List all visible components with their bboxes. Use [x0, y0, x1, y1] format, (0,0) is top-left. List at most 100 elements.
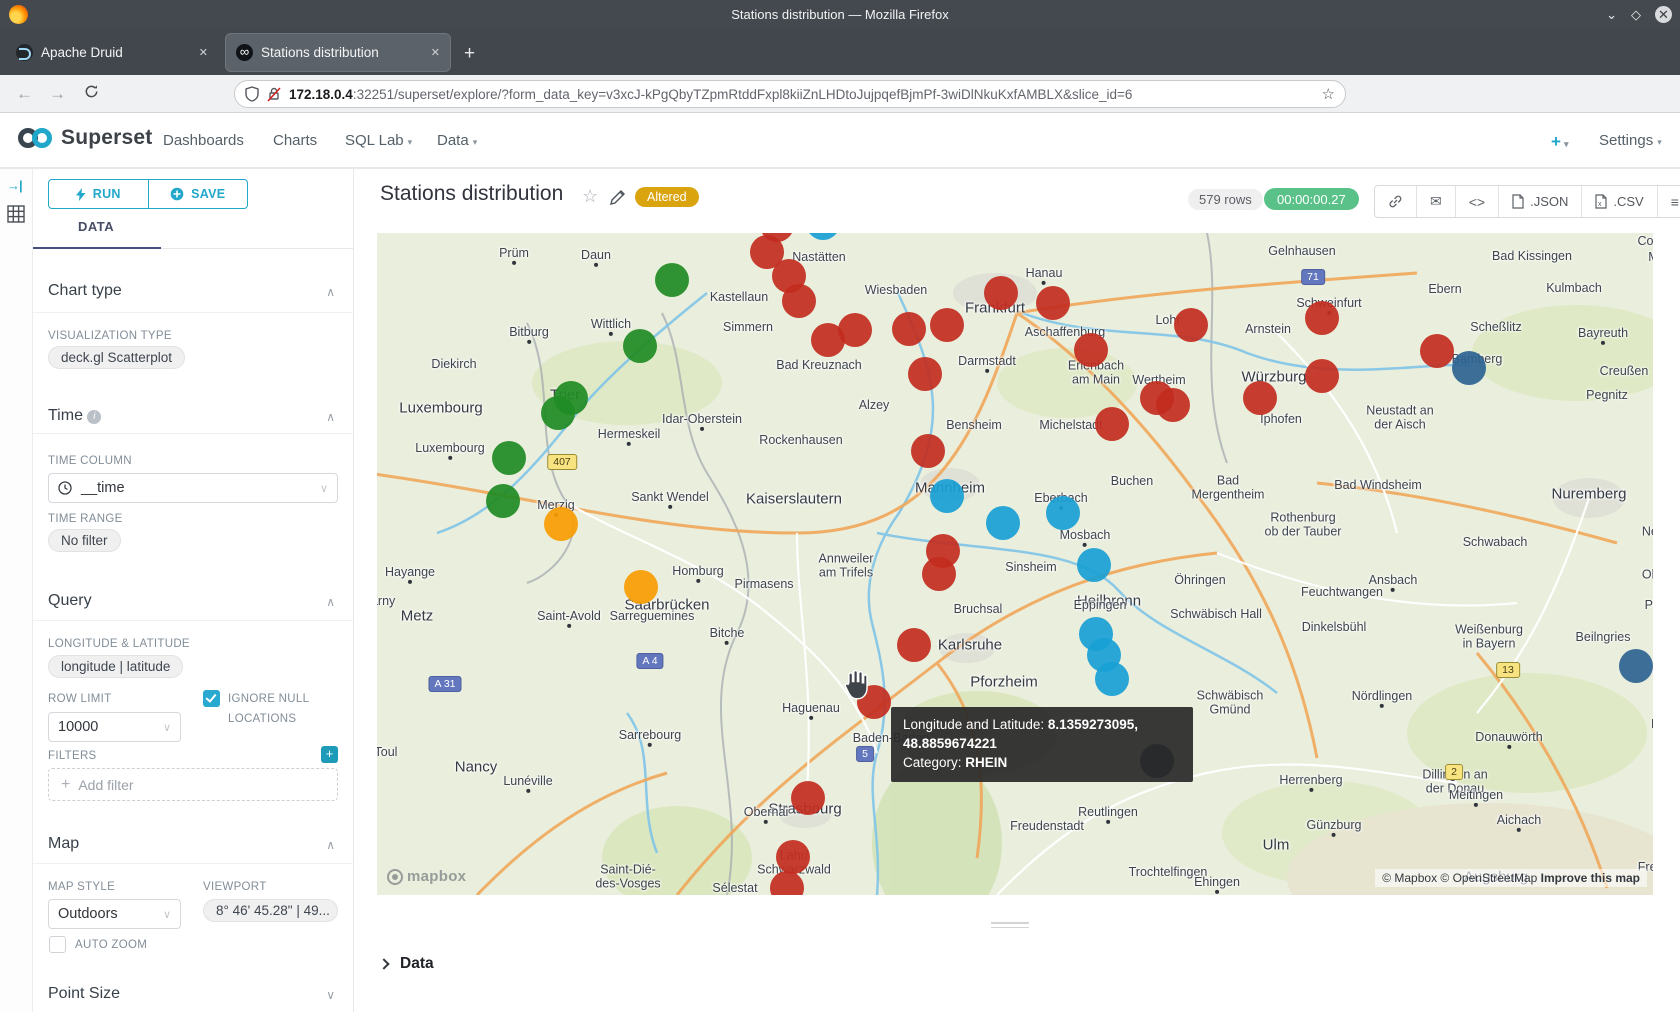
data-point[interactable] — [492, 441, 526, 475]
time-range-value[interactable]: No filter — [48, 529, 121, 552]
add-filter-box[interactable]: + Add filter — [48, 768, 338, 801]
data-point[interactable] — [544, 507, 578, 541]
window-close-icon[interactable]: ✕ — [1655, 6, 1672, 23]
forward-icon[interactable]: → — [49, 84, 66, 104]
collapse-panel-icon[interactable]: →| — [7, 178, 22, 193]
checkbox-checked-icon[interactable] — [203, 690, 220, 707]
data-point[interactable] — [486, 484, 520, 518]
data-point[interactable] — [984, 276, 1018, 310]
email-button[interactable]: ✉ — [1416, 186, 1455, 217]
viz-type-value[interactable]: deck.gl Scatterplot — [48, 346, 185, 369]
section-time[interactable]: Time i — [48, 407, 101, 425]
reload-icon[interactable] — [84, 84, 99, 104]
section-point-size[interactable]: Point Size — [48, 985, 120, 1003]
data-point[interactable] — [1095, 662, 1129, 696]
tab-stations-distribution[interactable]: ∞ Stations distribution ✕ — [226, 34, 450, 71]
export-json-button[interactable]: .JSON — [1498, 186, 1581, 217]
export-csv-button[interactable]: x .CSV — [1581, 186, 1656, 217]
tab-apache-druid[interactable]: Apache Druid ✕ — [6, 34, 218, 71]
url-bar[interactable]: 172.18.0.4:32251/superset/explore/?form_… — [234, 80, 1346, 108]
data-point[interactable] — [1036, 286, 1070, 320]
add-filter-plus-icon[interactable]: + — [321, 746, 338, 763]
data-point[interactable] — [1619, 649, 1653, 683]
window-maximize-icon[interactable]: ◇ — [1631, 8, 1641, 21]
favorite-star-icon[interactable]: ☆ — [582, 186, 598, 207]
data-point[interactable] — [897, 628, 931, 662]
run-button[interactable]: RUN — [49, 180, 148, 208]
data-point[interactable] — [930, 308, 964, 342]
share-link-button[interactable] — [1375, 186, 1416, 217]
back-icon[interactable]: ← — [16, 84, 33, 104]
ignore-null-checkbox-row[interactable]: IGNORE NULLLOCATIONS — [203, 690, 309, 729]
data-point[interactable] — [624, 570, 658, 604]
data-point[interactable] — [1420, 334, 1454, 368]
settings-menu[interactable]: Settings▾ — [1599, 132, 1662, 149]
section-chart-type[interactable]: Chart type — [48, 282, 122, 300]
data-point[interactable] — [541, 396, 575, 430]
data-point[interactable] — [1174, 308, 1208, 342]
nav-dashboards[interactable]: Dashboards — [163, 132, 244, 149]
mapbox-logo[interactable]: mapbox — [387, 868, 466, 885]
tab-close-icon[interactable]: ✕ — [431, 46, 440, 59]
chevron-up-icon[interactable]: ∧ — [326, 838, 335, 852]
superset-logo[interactable]: Superset — [16, 126, 152, 150]
lonlat-value[interactable]: longitude | latitude — [48, 655, 183, 678]
checkbox-unchecked-icon[interactable] — [49, 936, 66, 953]
data-point[interactable] — [655, 263, 689, 297]
data-point[interactable] — [930, 479, 964, 513]
chevron-up-icon[interactable]: ∧ — [326, 285, 335, 299]
data-results-toggle[interactable]: Data — [380, 955, 434, 973]
data-point[interactable] — [782, 284, 816, 318]
add-new-button[interactable]: +▾ — [1551, 132, 1568, 152]
row-limit-select[interactable]: 10000 ∨ — [48, 712, 181, 742]
dataset-grid-icon[interactable] — [7, 205, 25, 228]
viewport-value[interactable]: 8° 46' 45.28" | 49... — [203, 899, 338, 922]
data-point[interactable] — [1305, 359, 1339, 393]
data-point[interactable] — [1095, 407, 1129, 441]
chevron-up-icon[interactable]: ∧ — [326, 410, 335, 424]
data-point[interactable] — [908, 357, 942, 391]
data-point[interactable] — [892, 312, 926, 346]
insecure-lock-icon[interactable] — [267, 86, 281, 102]
embed-code-button[interactable]: <> — [1455, 186, 1498, 217]
section-map[interactable]: Map — [48, 835, 79, 853]
nav-data[interactable]: Data▾ — [437, 132, 477, 149]
tab-close-icon[interactable]: ✕ — [199, 46, 208, 59]
data-point[interactable] — [922, 557, 956, 591]
bookmark-star-icon[interactable]: ☆ — [1322, 85, 1335, 103]
data-point[interactable] — [776, 840, 810, 874]
data-point[interactable] — [623, 329, 657, 363]
save-button[interactable]: SAVE — [148, 180, 248, 208]
chevron-down-icon[interactable]: ∨ — [326, 988, 335, 1002]
map-attribution[interactable]: © Mapbox © OpenStreetMap Improve this ma… — [1375, 869, 1647, 887]
shield-icon[interactable] — [245, 86, 259, 102]
map-style-select[interactable]: Outdoors ∨ — [48, 899, 181, 929]
data-point[interactable] — [1077, 548, 1111, 582]
nav-sql-lab[interactable]: SQL Lab▾ — [345, 132, 412, 149]
edit-pencil-icon[interactable] — [610, 189, 626, 210]
section-query[interactable]: Query — [48, 592, 92, 610]
altered-badge[interactable]: Altered — [635, 187, 699, 207]
nav-charts[interactable]: Charts — [273, 132, 317, 149]
data-point[interactable] — [911, 434, 945, 468]
tab-data[interactable]: DATA — [78, 219, 114, 234]
panel-drag-handle[interactable] — [991, 922, 1029, 931]
url-text[interactable]: 172.18.0.4:32251/superset/explore/?form_… — [289, 87, 1314, 102]
data-point[interactable] — [1452, 351, 1486, 385]
data-point[interactable] — [986, 506, 1020, 540]
data-point[interactable] — [1156, 388, 1190, 422]
data-point[interactable] — [1046, 496, 1080, 530]
new-tab-button[interactable]: + — [464, 43, 475, 65]
window-minimize-icon[interactable]: ⌄ — [1606, 8, 1617, 21]
time-column-select[interactable]: __time ∨ — [48, 473, 338, 503]
chevron-up-icon[interactable]: ∧ — [326, 595, 335, 609]
deckgl-scatterplot-map[interactable]: PrümDaunNastättenGelnhausenBad Kissingen… — [377, 233, 1653, 895]
data-point[interactable] — [838, 313, 872, 347]
envelope-icon: ✉ — [1430, 193, 1442, 210]
data-point[interactable] — [1243, 381, 1277, 415]
data-point[interactable] — [1074, 333, 1108, 367]
data-point[interactable] — [791, 781, 825, 815]
chart-menu-button[interactable]: ≡ — [1657, 186, 1680, 217]
auto-zoom-row[interactable]: AUTO ZOOM — [49, 936, 147, 953]
data-point[interactable] — [1305, 301, 1339, 335]
